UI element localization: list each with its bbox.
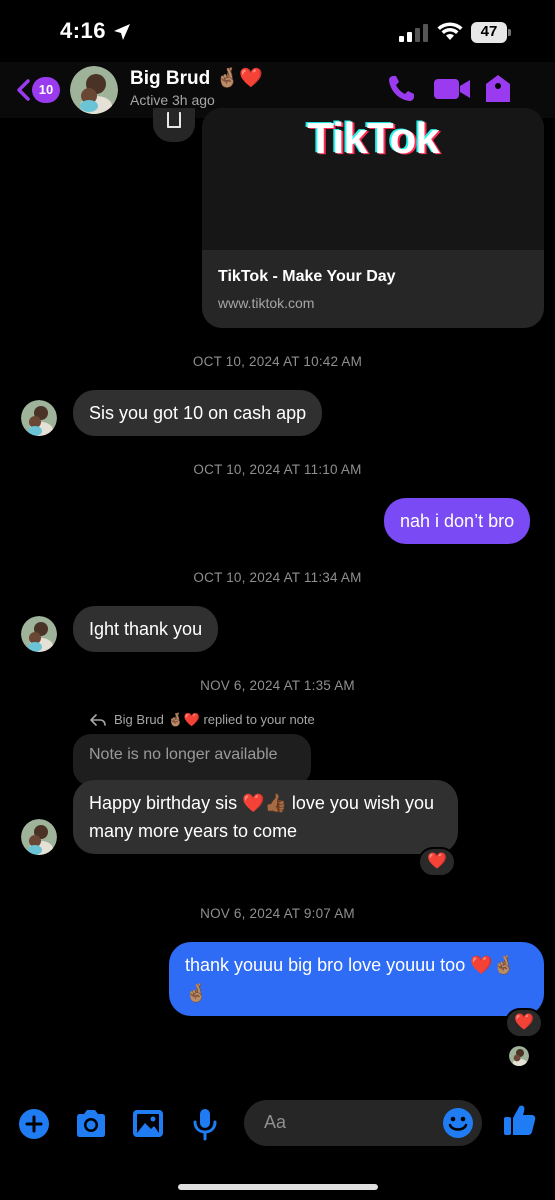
battery-indicator: 47	[471, 22, 511, 43]
thumbs-up-icon[interactable]	[503, 1103, 537, 1137]
contact-avatar[interactable]	[70, 66, 118, 114]
contact-name[interactable]: Big Brud 🤞🏽❤️	[130, 66, 263, 90]
message-timestamp: NOV 6, 2024 AT 9:07 AM	[200, 906, 355, 921]
video-call-icon[interactable]	[433, 74, 471, 104]
reply-context-label: Big Brud 🤞🏽❤️ replied to your note	[114, 712, 315, 727]
heart-reaction[interactable]: ❤️	[505, 1008, 543, 1038]
message-bubble-outgoing[interactable]: thank youuu big bro love youuu too ❤️🤞🏽🤞…	[169, 942, 544, 1016]
message-bubble-incoming[interactable]: Happy birthday sis ❤️👍🏾 love you wish yo…	[73, 780, 458, 854]
message-timestamp: OCT 10, 2024 AT 11:10 AM	[193, 462, 362, 477]
microphone-icon[interactable]	[188, 1107, 222, 1141]
contact-active-status: Active 3h ago	[130, 92, 215, 108]
link-preview-image: TikTok	[202, 108, 544, 250]
battery-level: 47	[480, 23, 498, 40]
link-title: TikTok - Make Your Day	[218, 268, 396, 285]
link-url: www.tiktok.com	[218, 295, 315, 311]
home-indicator	[178, 1184, 378, 1190]
emoji-icon[interactable]	[442, 1107, 474, 1139]
contact-avatar-small[interactable]	[21, 400, 57, 436]
heart-reaction[interactable]: ❤️	[418, 847, 456, 877]
back-button[interactable]: 10	[16, 76, 62, 104]
unread-count-badge: 10	[32, 77, 60, 103]
message-input-placeholder: Aa	[264, 1112, 287, 1132]
read-receipt-avatar	[509, 1046, 529, 1066]
status-bar: 4:16 47	[0, 0, 555, 62]
tag-icon[interactable]	[483, 74, 513, 104]
wifi-icon	[437, 22, 463, 40]
location-arrow-icon	[114, 24, 130, 40]
battery-nub	[508, 29, 511, 36]
replied-note-bubble: Note is no longer available	[73, 734, 311, 786]
camera-icon[interactable]	[74, 1107, 108, 1141]
contact-avatar-small[interactable]	[21, 819, 57, 855]
message-timestamp: OCT 10, 2024 AT 10:42 AM	[192, 354, 363, 369]
reply-arrow-icon	[90, 714, 106, 726]
chevron-left-icon	[17, 79, 30, 101]
message-timestamp: NOV 6, 2024 AT 1:35 AM	[200, 678, 355, 693]
message-bubble-incoming[interactable]: Ight thank you	[73, 606, 219, 652]
tiktok-logo: TikTok	[307, 114, 440, 163]
cellular-signal-icon	[399, 24, 428, 42]
message-timestamp: OCT 10, 2024 AT 11:34 AM	[193, 570, 362, 585]
plus-icon[interactable]	[17, 1107, 51, 1141]
share-icon	[167, 112, 181, 128]
message-composer: Aa	[0, 1085, 555, 1165]
contact-avatar-small[interactable]	[21, 616, 57, 652]
message-bubble-outgoing[interactable]: nah i don’t bro	[384, 498, 531, 544]
gallery-icon[interactable]	[131, 1107, 165, 1141]
phone-icon[interactable]	[386, 74, 418, 104]
message-bubble-incoming[interactable]: Sis you got 10 on cash app	[73, 390, 323, 436]
message-input[interactable]: Aa	[244, 1100, 482, 1146]
link-preview-card[interactable]: TikTok TikTok - Make Your Day www.tiktok…	[202, 108, 544, 328]
status-time: 4:16	[60, 18, 107, 43]
